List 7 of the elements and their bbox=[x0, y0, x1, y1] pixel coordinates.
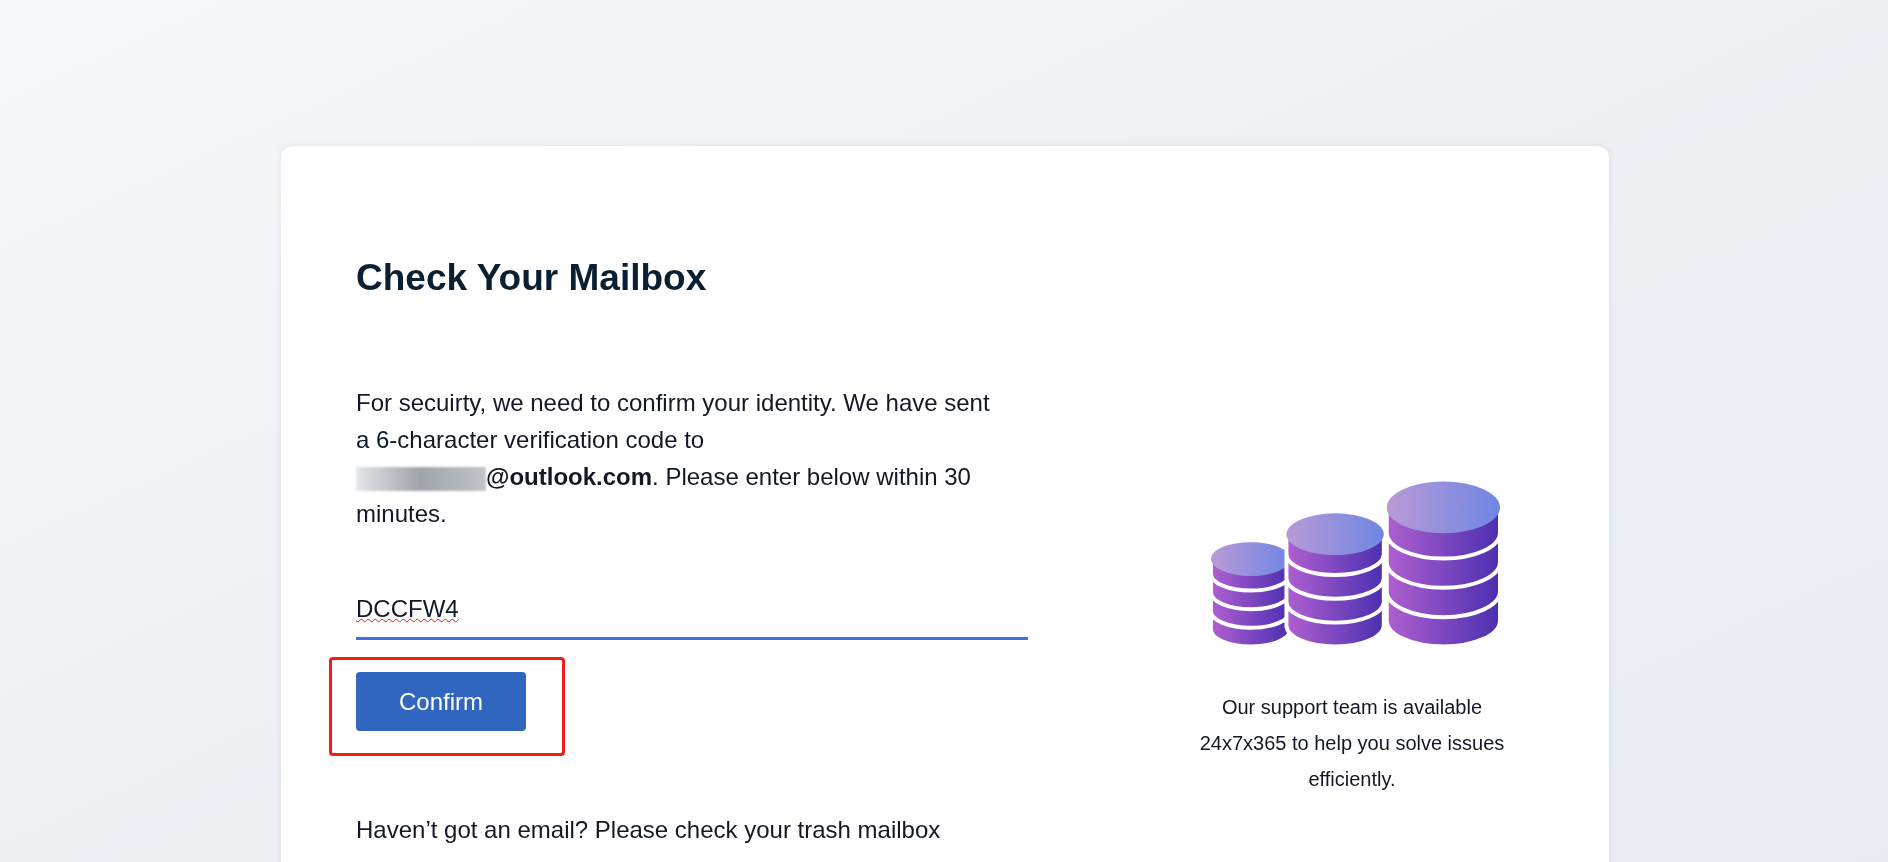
confirm-button[interactable]: Confirm bbox=[356, 672, 526, 731]
help-text: Haven’t got an email? Please check your trash mailbox bbox=[356, 815, 942, 845]
support-text: Our support team is available 24x7x365 to help you solve issues efficiently. bbox=[1198, 695, 1506, 792]
code-input[interactable]: DCCFW4 bbox=[356, 595, 1028, 623]
page-title: Check Your Mailbox bbox=[356, 256, 707, 300]
verification-message: For secuirty, we need to confirm your identity. We have sent a 6-character verification code to @outlook.com. Please enter below within 30 minutes. bbox=[356, 388, 991, 529]
code-input-field[interactable]: DCCFW4 bbox=[356, 584, 1028, 640]
